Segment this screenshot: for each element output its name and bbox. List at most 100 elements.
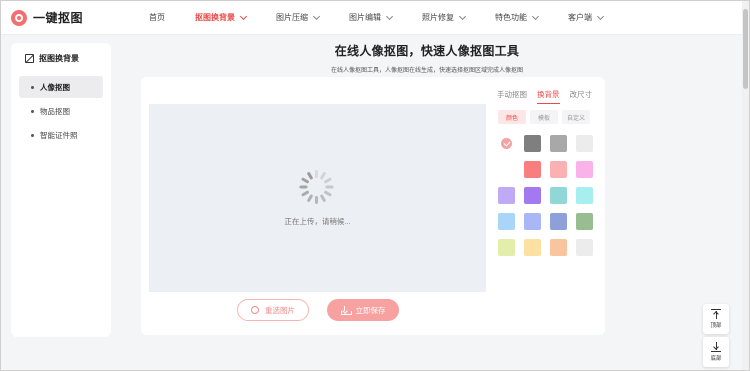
color-swatch[interactable]	[576, 213, 593, 230]
nav-item-label: 抠图换背景	[195, 13, 235, 22]
nav-item[interactable]: 抠图换背景	[195, 12, 248, 23]
sidebar-item-label: 智能证件照	[40, 130, 78, 140]
loading-text: 正在上传，请稍候...	[284, 217, 351, 226]
background-subtabs: 颜色 模板 自定义	[498, 110, 594, 124]
color-swatch[interactable]	[576, 135, 593, 152]
scrollbar-thumb[interactable]	[743, 9, 748, 89]
action-buttons: 重选图片 立即保存	[237, 299, 399, 321]
color-swatch[interactable]	[550, 213, 567, 230]
sidebar-header: 抠图换背景	[11, 43, 111, 64]
chevron-down-icon	[458, 12, 467, 20]
color-swatch[interactable]	[550, 135, 567, 152]
nav-item-label: 客户端	[568, 13, 592, 22]
spinner-spoke	[306, 171, 314, 180]
spinner-spoke	[315, 170, 318, 178]
color-swatch[interactable]	[576, 161, 593, 178]
color-swatch[interactable]	[550, 187, 567, 204]
sidebar-item[interactable]: 智能证件照	[19, 124, 103, 146]
nav-item-label: 图片压缩	[276, 13, 308, 22]
bullet-icon	[31, 109, 34, 113]
reselect-image-button[interactable]: 重选图片	[237, 299, 309, 321]
nav-item-label: 照片修复	[422, 13, 454, 22]
chevron-down-icon	[312, 12, 321, 20]
nav-item-label: 特色功能	[495, 13, 527, 22]
color-swatch[interactable]	[498, 161, 515, 178]
page-subtitle: 在线人像抠图工具，人像抠图在线生成，快速选择抠图区域完成人像抠图	[330, 68, 523, 74]
color-swatch[interactable]	[498, 187, 515, 204]
sidebar-item-label: 物品抠图	[40, 106, 70, 116]
editor-tab[interactable]: 手动抠图	[497, 89, 527, 104]
spinner-spoke	[315, 196, 318, 204]
background-subtab[interactable]: 颜色	[498, 110, 526, 124]
go-to-bottom-button[interactable]: 底部	[703, 337, 729, 367]
chevron-down-icon	[531, 12, 540, 20]
sidebar-item[interactable]: 人像抠图	[19, 76, 103, 98]
download-icon	[340, 305, 352, 315]
crop-icon	[25, 54, 34, 63]
nav-item[interactable]: 客户端	[568, 12, 605, 23]
reselect-icon	[251, 306, 259, 314]
nav-item[interactable]: 首页	[149, 12, 165, 23]
sidebar-item[interactable]: 物品抠图	[19, 100, 103, 122]
go-to-bottom-label: 底部	[710, 356, 722, 362]
nav-item-label: 图片编辑	[349, 13, 381, 22]
nav-menu: 首页 抠图换背景 图片压缩 图片编辑 照片修复 特色功能 客户端	[149, 12, 633, 23]
chevron-down-icon	[385, 12, 394, 20]
sidebar-title: 抠图换背景	[39, 54, 79, 63]
color-swatch[interactable]	[524, 161, 541, 178]
color-swatch[interactable]	[524, 239, 541, 256]
brand-name: 一键抠图	[33, 11, 84, 25]
spinner-spoke	[306, 194, 314, 203]
background-subtab[interactable]: 自定义	[562, 110, 590, 124]
color-swatch[interactable]	[524, 135, 541, 152]
editor-tab[interactable]: 换背景	[537, 89, 560, 104]
spinner-spoke	[323, 190, 332, 197]
save-label: 立即保存	[355, 305, 386, 315]
sidebar: 抠图换背景 人像抠图物品抠图智能证件照	[11, 43, 111, 337]
nav-item-label: 首页	[149, 13, 165, 22]
nav-item[interactable]: 特色功能	[495, 12, 540, 23]
editor-tab[interactable]: 改尺寸	[570, 89, 593, 104]
spinner-spoke	[299, 185, 308, 189]
color-swatch[interactable]	[576, 239, 593, 256]
checkmark-icon	[501, 138, 512, 149]
color-swatch[interactable]	[498, 213, 515, 230]
sidebar-list: 人像抠图物品抠图智能证件照	[11, 76, 111, 146]
editor-card: 正在上传，请稍候... 重选图片 立即保存 手动抠图 换背景 改尺寸 颜色 模板 自定义	[141, 77, 605, 335]
back-to-top-label: 顶部	[710, 323, 722, 329]
background-subtab[interactable]: 模板	[530, 110, 558, 124]
spinner-spoke	[323, 177, 332, 184]
save-button[interactable]: 立即保存	[327, 299, 399, 321]
color-swatch[interactable]	[524, 187, 541, 204]
color-swatch[interactable]	[524, 213, 541, 230]
image-canvas[interactable]: 正在上传，请稍候...	[149, 104, 486, 292]
spinner-spoke	[319, 194, 327, 203]
logo-icon	[11, 9, 27, 26]
spinner-spoke	[301, 177, 310, 184]
color-swatch-grid	[498, 135, 593, 256]
color-swatch[interactable]	[576, 187, 593, 204]
loading-spinner-icon	[299, 169, 335, 205]
color-swatch[interactable]	[498, 239, 515, 256]
reselect-label: 重选图片	[265, 305, 295, 315]
chevron-down-icon	[596, 12, 605, 20]
chevron-down-icon	[239, 12, 248, 20]
back-to-top-button[interactable]: 顶部	[703, 304, 729, 334]
editor-tabs: 手动抠图 换背景 改尺寸	[497, 89, 602, 104]
page-title: 在线人像抠图，快速人像抠图工具	[334, 44, 520, 58]
color-swatch[interactable]	[550, 161, 567, 178]
page-headline: 在线人像抠图，快速人像抠图工具 在线人像抠图工具，人像抠图在线生成，快速选择抠图…	[121, 42, 733, 74]
arrow-up-icon	[711, 309, 721, 319]
nav-item[interactable]: 图片编辑	[349, 12, 394, 23]
bullet-icon	[31, 133, 34, 137]
top-nav: 一键抠图 首页 抠图换背景 图片压缩 图片编辑 照片修复 特色功能 客户端	[1, 1, 743, 35]
nav-item[interactable]: 图片压缩	[276, 12, 321, 23]
color-swatch[interactable]	[550, 239, 567, 256]
spinner-spoke	[325, 185, 334, 189]
page-scrollbar[interactable]	[742, 1, 749, 370]
color-swatch[interactable]	[498, 135, 515, 152]
arrow-down-icon	[711, 342, 721, 352]
bullet-icon	[31, 85, 34, 89]
brand-logo[interactable]: 一键抠图	[11, 9, 139, 26]
nav-item[interactable]: 照片修复	[422, 12, 467, 23]
